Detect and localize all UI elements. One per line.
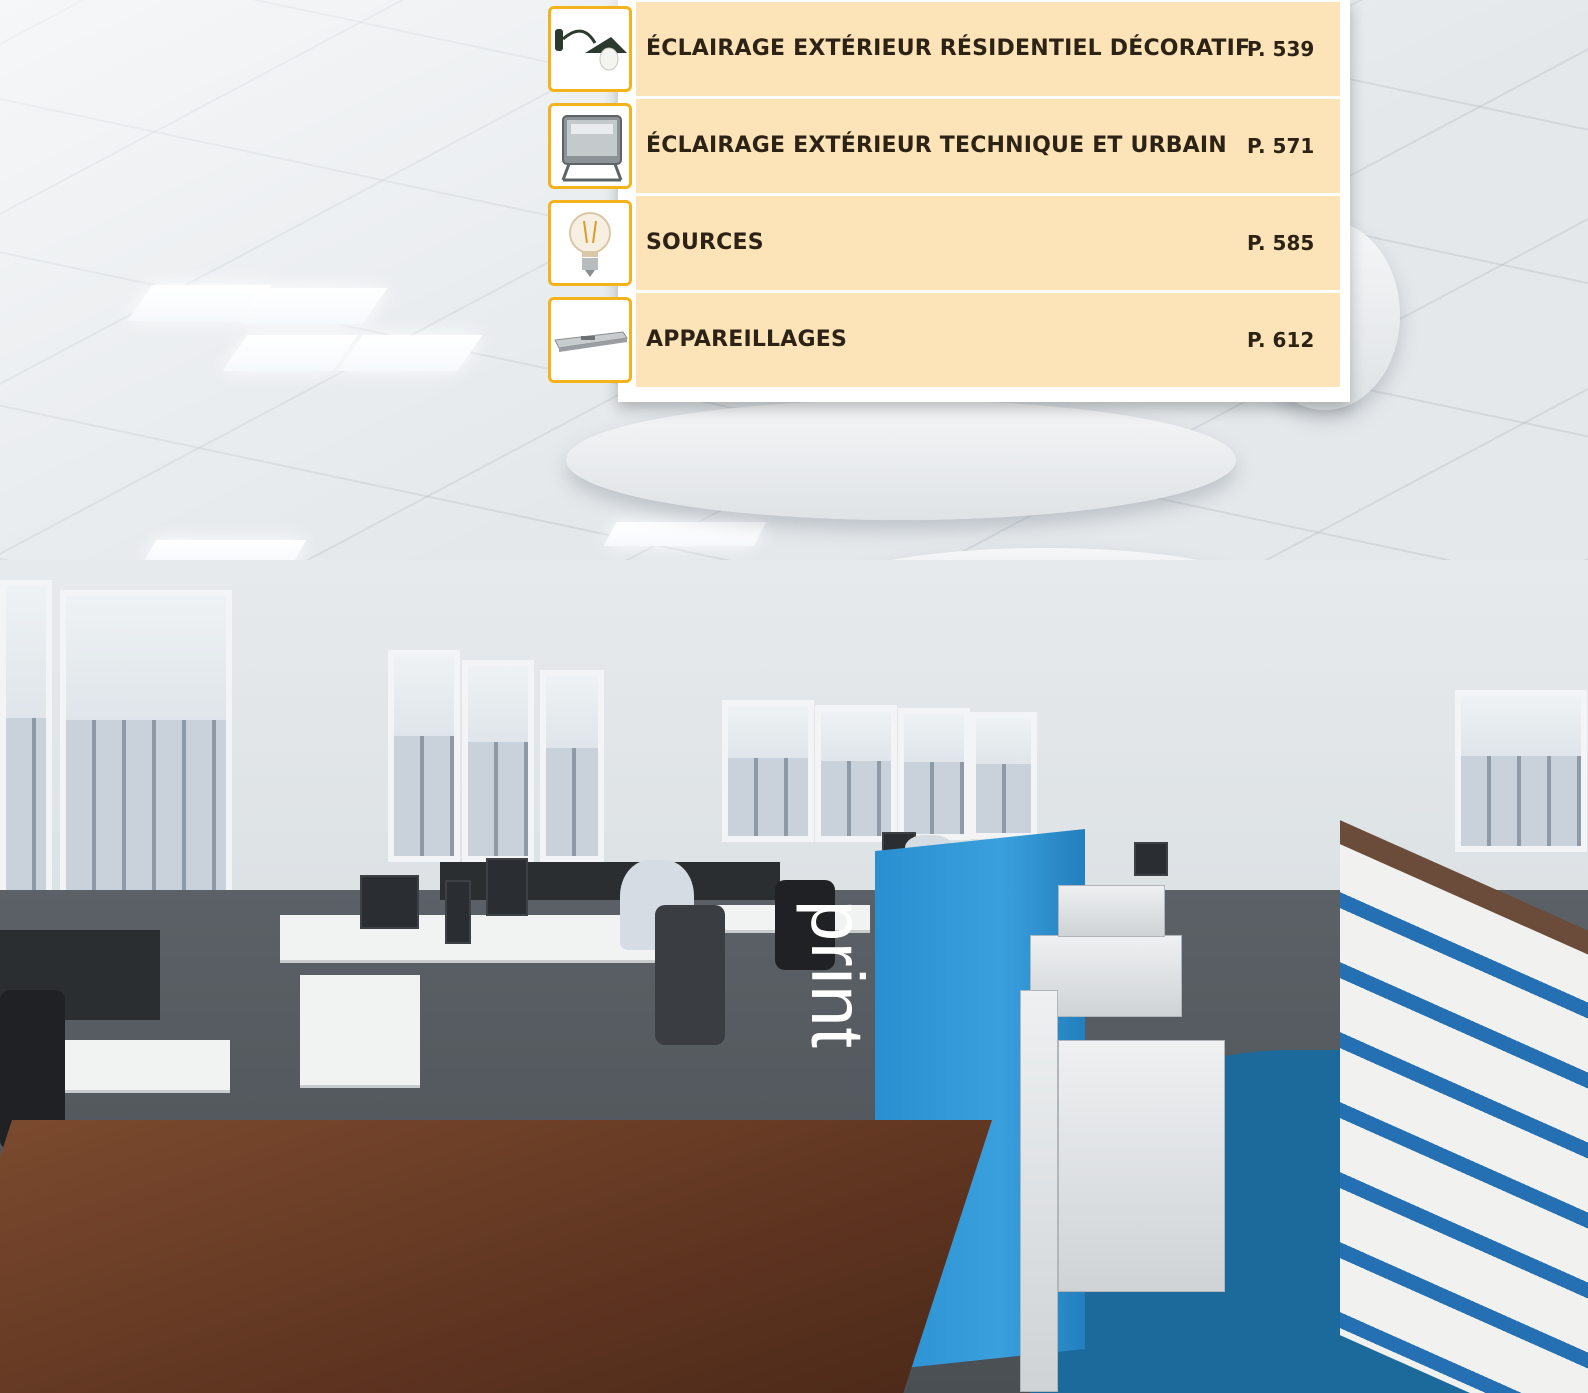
monitor: [445, 880, 471, 944]
monitor: [1134, 842, 1168, 876]
row-page-number: P. 571: [1247, 134, 1315, 158]
row-label: ÉCLAIRAGE EXTÉRIEUR TECHNIQUE ET URBAIN: [646, 133, 1227, 158]
catalogue-index: ÉCLAIRAGE EXTÉRIEUR RÉSIDENTIEL DÉCORATI…: [548, 0, 1350, 402]
index-row-sources[interactable]: SOURCES P. 585: [548, 196, 1340, 290]
monitor: [486, 858, 528, 916]
row-page-number: P. 539: [1247, 37, 1315, 61]
ceiling-light-panel: [603, 522, 767, 546]
ceiling-disc: [566, 400, 1236, 520]
row-label: SOURCES: [646, 230, 764, 255]
copier: [1058, 1040, 1225, 1292]
window: [815, 705, 897, 842]
light-bulb-icon: [548, 200, 632, 286]
row-page-number: P. 612: [1247, 328, 1315, 352]
monitor: [360, 875, 419, 929]
row-label: ÉCLAIRAGE EXTÉRIEUR RÉSIDENTIEL DÉCORATI…: [646, 36, 1251, 61]
window: [60, 590, 232, 912]
wall-lamp-icon: [548, 6, 632, 92]
floodlight-icon: [548, 103, 632, 189]
window: [462, 660, 534, 862]
office-desk: [300, 975, 420, 1088]
window: [898, 708, 970, 840]
index-row-control-gear[interactable]: APPAREILLAGES P. 612: [548, 293, 1340, 387]
wooden-desk: [0, 1120, 992, 1393]
window: [722, 700, 814, 842]
ceiling-light-panel: [242, 288, 388, 324]
window: [970, 712, 1037, 839]
window: [1455, 690, 1587, 852]
window: [540, 670, 604, 862]
index-row-residential[interactable]: ÉCLAIRAGE EXTÉRIEUR RÉSIDENTIEL DÉCORATI…: [548, 2, 1340, 96]
ballast-icon: [548, 297, 632, 383]
office-chair: [655, 905, 725, 1045]
printer-stand: [1020, 990, 1058, 1392]
ceiling-light-panel: [143, 540, 307, 562]
window: [0, 580, 52, 922]
ceiling-light-panel: [337, 335, 483, 371]
print-sign: print: [796, 900, 879, 1049]
row-page-number: P. 585: [1247, 231, 1315, 255]
index-row-technical[interactable]: ÉCLAIRAGE EXTÉRIEUR TECHNIQUE ET URBAIN …: [548, 99, 1340, 193]
copier: [1058, 885, 1165, 937]
row-label: APPAREILLAGES: [646, 327, 848, 352]
window: [388, 650, 460, 862]
